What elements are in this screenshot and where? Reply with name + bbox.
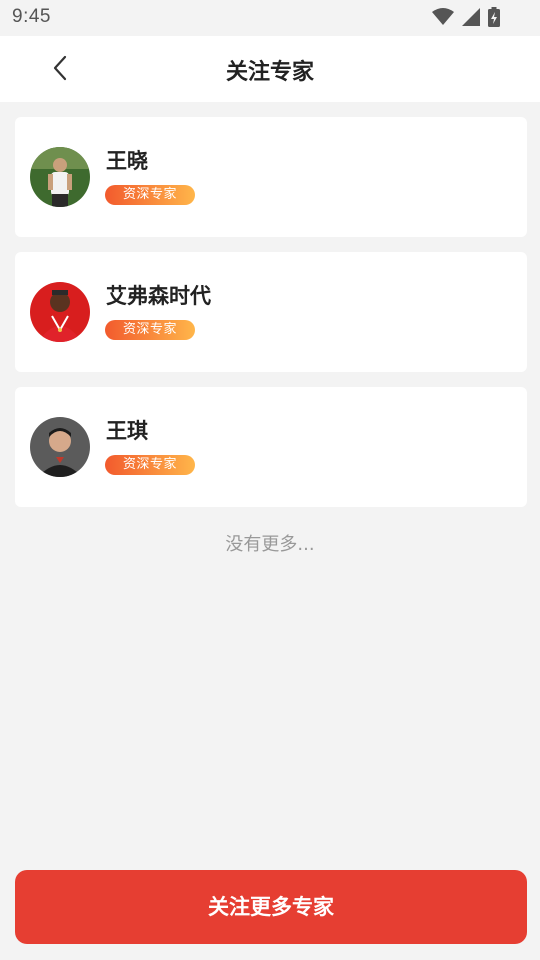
expert-badge: 资深专家 [105,185,195,205]
avatar [30,282,90,342]
expert-badge: 资深专家 [105,320,195,340]
avatar [30,147,90,207]
avatar [30,417,90,477]
no-more-text: 没有更多... [225,534,315,555]
expert-card[interactable]: 艾弗森时代 资深专家 [15,252,527,372]
expert-name: 艾弗森时代 [106,284,211,308]
expert-name: 王琪 [106,419,148,443]
follow-more-experts-button[interactable]: 关注更多专家 [15,870,527,944]
status-bar: 9:45 [0,0,540,36]
expert-card[interactable]: 王琪 资深专家 [15,387,527,507]
battery-charging-icon [488,7,500,31]
expert-badge: 资深专家 [105,455,195,475]
wifi-icon [432,8,454,30]
expert-card[interactable]: 王晓 资深专家 [15,117,527,237]
page-title: 关注专家 [225,60,314,85]
cellular-signal-icon [462,8,480,30]
header-bar: 关注专家 [0,36,540,102]
status-time: 9:45 [12,6,51,27]
status-icons [432,7,500,31]
expert-name: 王晓 [106,149,148,173]
